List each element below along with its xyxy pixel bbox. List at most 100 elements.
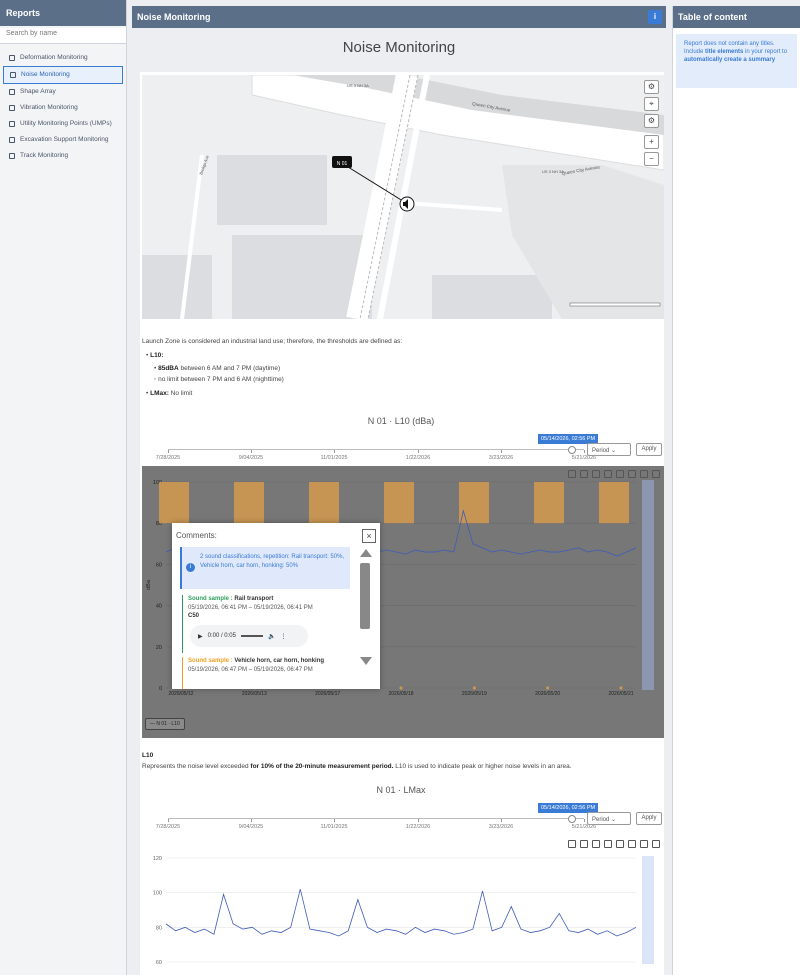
- close-icon[interactable]: ×: [362, 529, 376, 543]
- slider-label: 9/04/2025: [238, 824, 264, 830]
- sidebar-item-track[interactable]: Track Monitoring: [0, 148, 126, 164]
- info-icon[interactable]: i: [648, 10, 662, 24]
- slider-label: 3/23/2026: [488, 455, 514, 461]
- slider-label: 11/01/2025: [320, 824, 348, 830]
- l10-text: L10 is used to indicate peak or higher n…: [393, 763, 572, 770]
- scroll-up-icon[interactable]: [360, 549, 372, 557]
- map-highway-label: US 3 NH 3A: [347, 83, 369, 88]
- download-icon[interactable]: [616, 840, 624, 848]
- y-tick-label: 20: [156, 645, 162, 651]
- sidebar-item-noise[interactable]: Noise Monitoring: [3, 66, 123, 84]
- chart2-range-slider[interactable]: 7/28/2025 9/04/2025 11/01/2025 1/22/2026 3/2…: [156, 815, 596, 830]
- settings-icon[interactable]: ⚙: [644, 114, 659, 128]
- x-tick-label: 2026/05/20: [535, 691, 560, 697]
- more-options-icon[interactable]: ⋮: [280, 633, 286, 640]
- location-icon[interactable]: ⌖: [644, 97, 659, 111]
- legend-label: N 01 · L10: [156, 721, 180, 727]
- y-tick-label: 60: [156, 562, 162, 568]
- lasso-icon[interactable]: [592, 840, 600, 848]
- slider-handle[interactable]: [568, 446, 576, 454]
- data-view-icon[interactable]: [604, 470, 612, 478]
- lmax-label: LMax:: [150, 390, 169, 397]
- play-icon[interactable]: ▶: [198, 633, 203, 640]
- zoom-icon[interactable]: [568, 840, 576, 848]
- threshold-band: [159, 482, 189, 524]
- sample-value: Vehicle horn, car horn, honking: [234, 658, 325, 664]
- comments-scrollbar[interactable]: [360, 549, 372, 679]
- l10-label: L10:: [150, 352, 164, 359]
- slider-tick: [418, 450, 419, 453]
- y-tick-label: 0: [159, 686, 162, 692]
- gear-icon[interactable]: ⚙: [644, 80, 659, 94]
- l10-threshold: • L10:: [146, 352, 164, 359]
- threshold-band: [384, 482, 414, 524]
- slider-tick: [251, 450, 252, 453]
- y-tick-label: 80: [156, 925, 162, 931]
- sidebar-item-label: Shape Array: [20, 88, 56, 95]
- slider-label: 7/28/2025: [155, 455, 181, 461]
- audio-player[interactable]: ▶ 0:00 / 0:05 🔈 ⋮: [190, 625, 308, 647]
- comments-title: Comments:: [176, 531, 217, 540]
- chart1-legend[interactable]: — N 01 · L10: [145, 718, 185, 730]
- toc-note-text: in your report to: [743, 49, 788, 55]
- info-icon: i: [186, 563, 195, 572]
- sidebar-item-label: Excavation Support Monitoring: [20, 136, 109, 143]
- scroll-down-icon[interactable]: [360, 657, 372, 665]
- sidebar-item-utility[interactable]: Utility Monitoring Points (UMPs): [0, 116, 126, 132]
- zoom-in-icon[interactable]: +: [644, 135, 659, 149]
- chart1-title: N 01 · L10 (dBa): [367, 416, 435, 426]
- zoom-out-icon[interactable]: −: [644, 152, 659, 166]
- slider-label: 1/22/2026: [405, 824, 431, 830]
- restore-icon[interactable]: [628, 840, 636, 848]
- chart2-period-select[interactable]: Period ⌄: [587, 812, 631, 825]
- expand-icon[interactable]: [652, 840, 660, 848]
- lasso-icon[interactable]: [592, 470, 600, 478]
- map-marker-label: N 01: [337, 161, 348, 167]
- volume-icon[interactable]: 🔈: [268, 633, 275, 640]
- x-tick-label: 2026/05/17: [315, 691, 340, 697]
- toc-title: Table of content: [673, 6, 800, 28]
- threshold-band: [234, 482, 264, 524]
- chart1-apply-button[interactable]: Apply: [636, 443, 662, 456]
- data-view-icon[interactable]: [604, 840, 612, 848]
- report-icon: [9, 55, 15, 61]
- event-marker: [546, 686, 550, 690]
- slider-tick: [168, 450, 169, 453]
- sidebar-item-shape-array[interactable]: Shape Array: [0, 84, 126, 100]
- zoom-reset-icon[interactable]: [580, 470, 588, 478]
- l10-text: Represents the noise level exceeded: [142, 763, 251, 770]
- map-highway-label: US 3 NH 3A: [542, 169, 564, 174]
- threshold-intro: Launch Zone is considered an industrial …: [142, 338, 403, 345]
- brush-icon[interactable]: [640, 840, 648, 848]
- slider-tick: [168, 819, 169, 822]
- report-icon: [9, 89, 15, 95]
- audio-progress[interactable]: [240, 635, 263, 637]
- comments-popup: Comments: × i 2 sound classifications, re…: [172, 523, 380, 689]
- y-tick-label: 60: [156, 960, 162, 966]
- chart1-period-select[interactable]: Period ⌄: [587, 443, 631, 456]
- scroll-thumb[interactable]: [360, 563, 370, 629]
- expand-icon[interactable]: [652, 470, 660, 478]
- site-map[interactable]: N 01 Queen City Avenue Queen City Avenue…: [142, 75, 664, 319]
- zoom-bar: [642, 480, 654, 690]
- zoom-reset-icon[interactable]: [580, 840, 588, 848]
- search-input[interactable]: Search by name: [0, 28, 126, 44]
- x-tick-label: 2026/05/21: [608, 691, 633, 697]
- slider-tick: [584, 450, 585, 453]
- sidebar-item-excavation[interactable]: Excavation Support Monitoring: [0, 132, 126, 148]
- report-header-title: Noise Monitoring: [137, 12, 211, 22]
- download-icon[interactable]: [616, 470, 624, 478]
- chart2-apply-button[interactable]: Apply: [636, 812, 662, 825]
- zoom-icon[interactable]: [568, 470, 576, 478]
- restore-icon[interactable]: [628, 470, 636, 478]
- sidebar-item-deformation[interactable]: Deformation Monitoring: [0, 50, 126, 66]
- sidebar-title: Reports: [0, 0, 126, 26]
- period-label: Period: [592, 448, 610, 454]
- sidebar-item-vibration[interactable]: Vibration Monitoring: [0, 100, 126, 116]
- classification-info: i 2 sound classifications, repetition: Ra…: [180, 547, 350, 589]
- slider-handle[interactable]: [568, 815, 576, 823]
- chart1-range-slider[interactable]: 7/28/2025 9/04/2025 11/01/2025 1/22/2026 3/2…: [156, 446, 596, 461]
- toc-note-bold: automatically create a summary: [684, 57, 776, 63]
- table-of-content: Table of content Report does not contain…: [672, 6, 800, 975]
- brush-icon[interactable]: [640, 470, 648, 478]
